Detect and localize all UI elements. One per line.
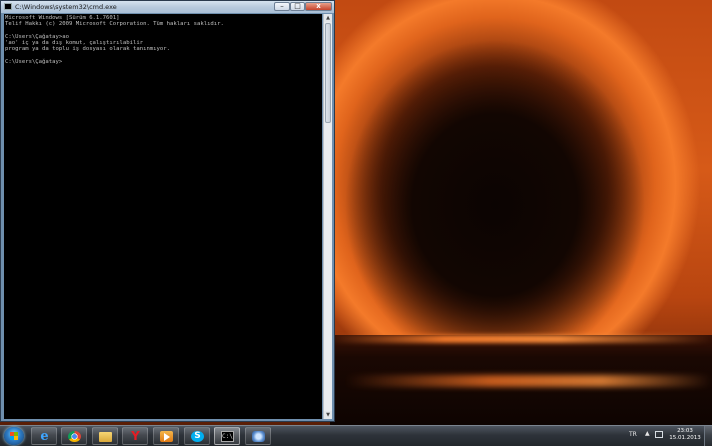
cmd-icon: C:\ bbox=[221, 431, 234, 442]
taskbar-internet-explorer[interactable]: e bbox=[31, 427, 57, 445]
scroll-down-arrow[interactable]: ▼ bbox=[324, 411, 332, 419]
yandex-icon: Y bbox=[131, 429, 140, 443]
chrome-icon bbox=[68, 431, 81, 442]
taskbar-skype[interactable]: S bbox=[184, 427, 210, 445]
console-text: Microsoft Windows [Sürüm 6.1.7601] Telif… bbox=[4, 14, 322, 66]
window-title: C:\Windows\system32\cmd.exe bbox=[15, 3, 117, 11]
start-button[interactable] bbox=[4, 427, 24, 445]
network-icon[interactable] bbox=[655, 431, 663, 438]
clock-time: 23:03 bbox=[677, 428, 693, 434]
close-button[interactable]: x bbox=[305, 2, 332, 11]
skype-icon: S bbox=[191, 431, 204, 442]
taskbar-media-player[interactable] bbox=[153, 427, 179, 445]
internet-explorer-icon: e bbox=[40, 429, 49, 444]
show-desktop-button[interactable] bbox=[704, 426, 712, 446]
wallpaper-glow bbox=[330, 335, 712, 343]
taskbar-chrome[interactable] bbox=[61, 427, 87, 445]
minimize-button[interactable]: – bbox=[274, 2, 290, 11]
cmd-window[interactable]: C:\Windows\system32\cmd.exe – □ x Micros… bbox=[0, 0, 335, 422]
media-player-icon bbox=[160, 431, 173, 442]
taskbar-app[interactable] bbox=[245, 427, 271, 445]
console-line: Microsoft Windows [Sürüm 6.1.7601] bbox=[5, 15, 120, 21]
console-line: Telif Hakkı (c) 2009 Microsoft Corporati… bbox=[5, 21, 224, 28]
tray-expand-icon[interactable]: ▲ bbox=[645, 430, 650, 437]
wallpaper-floor-glow bbox=[345, 375, 712, 387]
maximize-button[interactable]: □ bbox=[290, 2, 305, 11]
console-prompt: C:\Users\Çağatay> bbox=[5, 59, 63, 66]
window-titlebar[interactable]: C:\Windows\system32\cmd.exe – □ x bbox=[1, 1, 334, 13]
taskbar: e Y S C:\ TR ▲ 23:03 15.01.2013 bbox=[0, 425, 712, 446]
clock[interactable]: 23:03 15.01.2013 bbox=[668, 428, 702, 442]
console-output[interactable]: Microsoft Windows [Sürüm 6.1.7601] Telif… bbox=[4, 14, 322, 419]
console-line: 'ao' iç ya da dış komut, çalıştırılabili… bbox=[5, 40, 144, 47]
folder-icon bbox=[99, 432, 112, 442]
console-line: C:\Users\Çağatay>ao bbox=[5, 33, 69, 40]
taskbar-cmd[interactable]: C:\ bbox=[214, 427, 240, 445]
vertical-scrollbar[interactable]: ▲ ▼ bbox=[323, 14, 332, 419]
scroll-up-arrow[interactable]: ▲ bbox=[324, 14, 332, 22]
windows-logo-icon bbox=[10, 432, 18, 440]
clock-date: 15.01.2013 bbox=[669, 435, 701, 441]
scroll-thumb[interactable] bbox=[325, 23, 331, 123]
cmd-window-icon[interactable] bbox=[4, 3, 12, 10]
taskbar-yandex[interactable]: Y bbox=[122, 427, 148, 445]
language-indicator[interactable]: TR bbox=[629, 431, 637, 438]
app-icon bbox=[252, 431, 265, 442]
taskbar-explorer[interactable] bbox=[92, 427, 118, 445]
console-line: program ya da toplu iş dosyası olarak ta… bbox=[5, 46, 171, 53]
